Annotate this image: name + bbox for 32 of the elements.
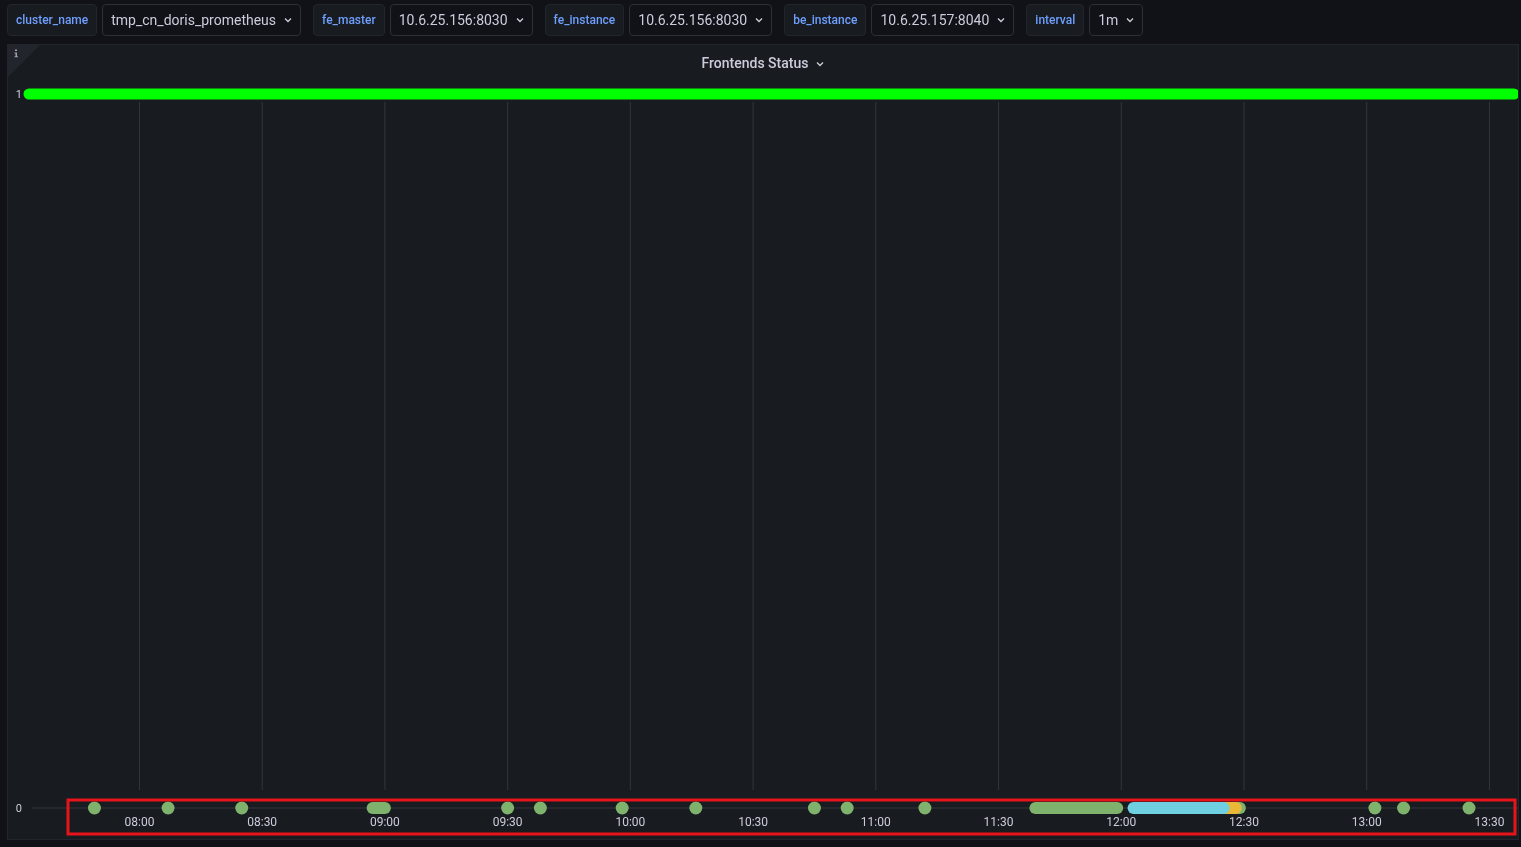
chevron-down-icon: [816, 60, 825, 67]
chevron-down-icon: [1126, 17, 1135, 23]
x-axis-label: 10:30: [738, 815, 769, 829]
variable-label: fe_master: [313, 4, 385, 36]
x-axis-label: 08:00: [124, 815, 155, 829]
x-axis-label: 12:30: [1229, 815, 1259, 829]
x-axis-label: 13:00: [1351, 815, 1382, 829]
variable-label: fe_instance: [544, 4, 625, 36]
variable-dropdown[interactable]: tmp_cn_doris_prometheus: [102, 4, 302, 36]
x-axis-label: 11:30: [983, 815, 1014, 829]
x-axis-label: 11:00: [860, 815, 891, 829]
chevron-down-icon: [997, 17, 1006, 23]
x-axis-label: 09:00: [369, 815, 400, 829]
variable-dropdown[interactable]: 1m: [1089, 4, 1144, 36]
chevron-down-icon: [284, 17, 293, 23]
y-axis-label: 0: [15, 802, 22, 815]
variable-dropdown[interactable]: 10.6.25.156:8030: [389, 4, 533, 36]
x-axis-label: 09:30: [492, 815, 523, 829]
variable-dropdown[interactable]: 10.6.25.157:8040: [871, 4, 1015, 36]
x-axis-label: 08:30: [247, 815, 278, 829]
x-axis-label: 12:00: [1106, 815, 1137, 829]
panel-title[interactable]: Frontends Status: [701, 53, 825, 74]
x-axis-label: 13:30: [1474, 815, 1505, 829]
variable-label: interval: [1026, 4, 1085, 36]
variable-label: cluster_name: [7, 4, 98, 36]
chevron-down-icon: [515, 17, 524, 23]
x-axis-label: 10:00: [615, 815, 646, 829]
variable-label: be_instance: [784, 4, 867, 36]
info-corner-icon[interactable]: [8, 45, 40, 77]
variable-dropdown[interactable]: 10.6.25.156:8030: [629, 4, 773, 36]
y-axis-label: 1: [15, 88, 22, 101]
chevron-down-icon: [755, 17, 764, 23]
